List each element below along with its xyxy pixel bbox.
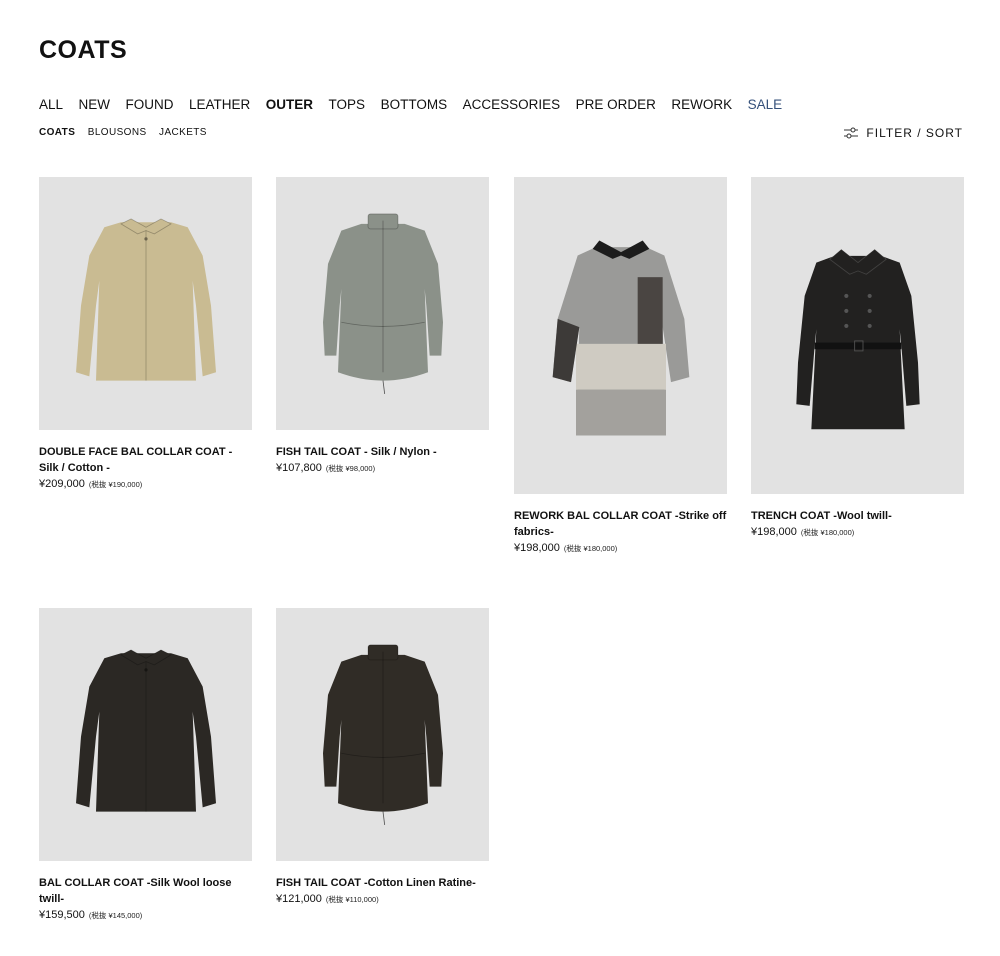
product-price: ¥121,000 (税抜 ¥110,000) <box>276 893 489 905</box>
product-image[interactable] <box>514 177 727 494</box>
price-with-tax: ¥209,000 <box>39 478 85 490</box>
price-before-tax: (税抜 ¥190,000) <box>88 480 143 489</box>
coat-image <box>795 248 920 430</box>
price-with-tax: ¥121,000 <box>276 893 322 905</box>
nav-item-rework[interactable]: REWORK <box>671 97 732 112</box>
nav-item-all[interactable]: ALL <box>39 97 63 112</box>
nav-item-leather[interactable]: LEATHER <box>189 97 250 112</box>
price-with-tax: ¥198,000 <box>514 542 560 554</box>
product-image[interactable] <box>751 177 964 494</box>
product-name[interactable]: REWORK BAL COLLAR COAT -Strike off fabri… <box>514 508 727 540</box>
product-card[interactable]: FISH TAIL COAT -Cotton Linen Ratine- ¥12… <box>276 608 489 905</box>
nav-item-bottoms[interactable]: BOTTOMS <box>381 97 448 112</box>
subnav-item-blousons[interactable]: BLOUSONS <box>88 127 147 138</box>
price-with-tax: ¥107,800 <box>276 462 322 474</box>
coat-image <box>75 649 216 812</box>
product-image[interactable] <box>39 608 252 861</box>
product-price: ¥159,500 (税抜 ¥145,000) <box>39 909 252 921</box>
product-image[interactable] <box>276 177 489 430</box>
product-price: ¥107,800 (税抜 ¥98,000) <box>276 462 489 474</box>
page-title: COATS <box>39 36 128 64</box>
price-before-tax: (税抜 ¥98,000) <box>325 464 376 473</box>
product-name[interactable]: TRENCH COAT -Wool twill- <box>751 508 964 524</box>
subnav-item-coats[interactable]: COATS <box>39 127 75 138</box>
nav-item-accessories[interactable]: ACCESSORIES <box>463 97 561 112</box>
category-nav: ALL NEW FOUND LEATHER OUTER TOPS BOTTOMS ACCESS… <box>39 97 798 112</box>
subnav-item-jackets[interactable]: JACKETS <box>159 127 207 138</box>
product-price: ¥209,000 (税抜 ¥190,000) <box>39 478 252 490</box>
product-card[interactable]: TRENCH COAT -Wool twill- ¥198,000 (税抜 ¥18… <box>751 177 964 538</box>
product-card[interactable]: REWORK BAL COLLAR COAT -Strike off fabri… <box>514 177 727 554</box>
price-before-tax: (税抜 ¥180,000) <box>800 528 855 537</box>
coat-image <box>75 218 216 381</box>
filter-sort-label: FILTER / SORT <box>866 126 963 140</box>
nav-item-outer[interactable]: OUTER <box>266 97 313 112</box>
price-with-tax: ¥198,000 <box>751 526 797 538</box>
product-name[interactable]: BAL COLLAR COAT -Silk Wool loose twill- <box>39 875 252 907</box>
product-image[interactable] <box>39 177 252 430</box>
nav-item-found[interactable]: FOUND <box>126 97 174 112</box>
coat-image <box>552 240 689 436</box>
filter-sort-button[interactable]: FILTER / SORT <box>844 126 963 140</box>
price-before-tax: (税抜 ¥145,000) <box>88 911 143 920</box>
product-image[interactable] <box>276 608 489 861</box>
product-name[interactable]: FISH TAIL COAT - Silk / Nylon - <box>276 444 489 460</box>
nav-item-tops[interactable]: TOPS <box>329 97 366 112</box>
product-name[interactable]: DOUBLE FACE BAL COLLAR COAT - Silk / Cot… <box>39 444 252 476</box>
product-card[interactable]: DOUBLE FACE BAL COLLAR COAT - Silk / Cot… <box>39 177 252 490</box>
coat-image <box>322 644 443 825</box>
nav-item-sale[interactable]: SALE <box>748 97 783 112</box>
product-price: ¥198,000 (税抜 ¥180,000) <box>514 542 727 554</box>
product-price: ¥198,000 (税抜 ¥180,000) <box>751 526 964 538</box>
nav-item-new[interactable]: NEW <box>79 97 111 112</box>
price-before-tax: (税抜 ¥180,000) <box>563 544 618 553</box>
sliders-icon <box>844 127 859 139</box>
product-name[interactable]: FISH TAIL COAT -Cotton Linen Ratine- <box>276 875 489 891</box>
product-card[interactable]: FISH TAIL COAT - Silk / Nylon - ¥107,800… <box>276 177 489 474</box>
nav-item-pre-order[interactable]: PRE ORDER <box>576 97 656 112</box>
subcategory-nav: COATS BLOUSONS JACKETS <box>39 127 219 138</box>
price-before-tax: (税抜 ¥110,000) <box>325 895 379 904</box>
coat-image <box>322 213 443 394</box>
product-card[interactable]: BAL COLLAR COAT -Silk Wool loose twill- … <box>39 608 252 921</box>
price-with-tax: ¥159,500 <box>39 909 85 921</box>
